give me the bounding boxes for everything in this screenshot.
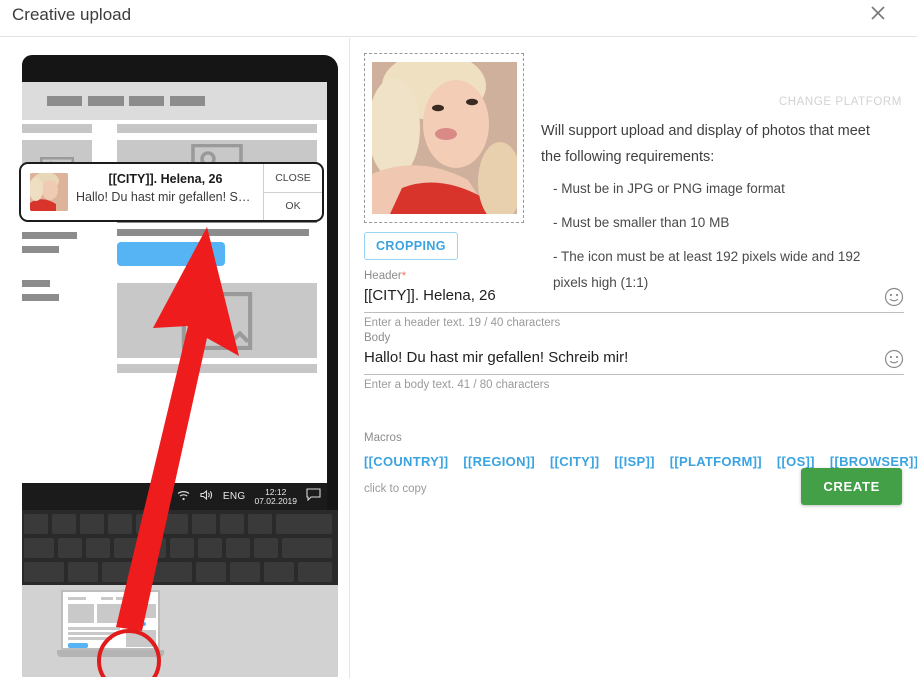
- tray-clock[interactable]: 12:12 07.02.2019: [254, 487, 297, 506]
- laptop-bezel: ENG 12:12 07.02.2019: [22, 55, 338, 510]
- creative-thumbnail: [371, 62, 517, 214]
- page-title: Creative upload: [12, 5, 132, 24]
- notification-ok-button[interactable]: OK: [264, 191, 322, 221]
- header-input-line: [364, 282, 904, 313]
- macros-label: Macros: [364, 432, 402, 444]
- notification-title: [[CITY]]. Helena, 26: [108, 172, 223, 186]
- macro-os[interactable]: [[OS]]: [777, 454, 815, 469]
- keyboard-keys: [22, 510, 338, 585]
- tray-date: 07.02.2019: [254, 495, 297, 506]
- macros-copy-hint: click to copy: [364, 483, 427, 495]
- system-tray: ENG 12:12 07.02.2019: [155, 483, 321, 510]
- creative-thumbnail-dropzone[interactable]: [364, 53, 524, 223]
- tray-language[interactable]: ENG: [223, 491, 246, 502]
- chevron-up-icon[interactable]: [155, 488, 168, 506]
- body-input-line: [364, 344, 904, 375]
- body-field-label: Body: [364, 332, 391, 344]
- mock-taskbar: ENG 12:12 07.02.2019: [22, 483, 327, 510]
- header-field-label: Header*: [364, 270, 904, 282]
- macro-region[interactable]: [[REGION]]: [463, 454, 535, 469]
- notification-body: Hallo! Du hast mir gefallen! Schrei…: [76, 190, 255, 204]
- notification-close-button[interactable]: CLOSE: [264, 164, 322, 192]
- mock-cta-button: [117, 242, 225, 266]
- body-field-group: Body Enter a body text. 41 / 80 characte…: [364, 332, 904, 391]
- creative-preview: ENG 12:12 07.02.2019 [[CITY]]. Helena, 2…: [11, 55, 338, 677]
- cropping-button[interactable]: CROPPING: [364, 232, 458, 260]
- creative-upload-dialog: Creative upload ENG 12:12 07.02.2019 [[C…: [0, 0, 917, 678]
- header-label-text: Header: [364, 270, 402, 282]
- emoji-smiley-icon[interactable]: [884, 349, 904, 369]
- keyboard-photo: [22, 510, 338, 677]
- change-platform-button[interactable]: CHANGE PLATFORM: [779, 96, 902, 108]
- avatar: [30, 173, 68, 211]
- requirement-item: - Must be smaller than 10 MB: [553, 215, 730, 230]
- header-input[interactable]: [364, 287, 870, 304]
- macro-country[interactable]: [[COUNTRY]]: [364, 454, 448, 469]
- wifi-icon[interactable]: [177, 488, 191, 506]
- creative-preview-panel: ENG 12:12 07.02.2019 [[CITY]]. Helena, 2…: [0, 38, 350, 678]
- body-field-hint: Enter a body text. 41 / 80 characters: [364, 379, 550, 391]
- dialog-titlebar: Creative upload: [0, 0, 917, 37]
- header-field-hint: Enter a header text. 19 / 40 characters: [364, 317, 561, 329]
- macro-platform[interactable]: [[PLATFORM]]: [670, 454, 762, 469]
- notification-content: [[CITY]]. Helena, 26 Hallo! Du hast mir …: [68, 164, 263, 220]
- macro-browser[interactable]: [[BROWSER]]: [830, 454, 917, 469]
- volume-icon[interactable]: [200, 488, 214, 506]
- mock-browser-toolbar: [22, 82, 327, 120]
- required-marker: *: [401, 270, 406, 282]
- laptop-screen: ENG 12:12 07.02.2019: [22, 82, 327, 510]
- macro-isp[interactable]: [[ISP]]: [614, 454, 654, 469]
- mock-image-placeholder: [117, 283, 317, 358]
- header-field-group: Header* Enter a header text. 19 / 40 cha…: [364, 270, 904, 329]
- emoji-smiley-icon[interactable]: [884, 287, 904, 307]
- notification-toast[interactable]: [[CITY]]. Helena, 26 Hallo! Du hast mir …: [19, 162, 324, 222]
- requirements-intro: Will support upload and display of photo…: [541, 123, 870, 165]
- body-input[interactable]: [364, 349, 870, 366]
- create-button[interactable]: CREATE: [801, 468, 902, 505]
- upload-form-panel: CHANGE PLATFORM CROPPING Will support up…: [351, 38, 917, 678]
- notification-actions: CLOSE OK: [263, 164, 322, 220]
- requirement-item: - Must be in JPG or PNG image format: [553, 181, 785, 196]
- speech-bubble-icon[interactable]: [306, 487, 321, 506]
- macro-city[interactable]: [[CITY]]: [550, 454, 599, 469]
- close-icon[interactable]: [865, 0, 891, 26]
- macros-list: [[COUNTRY]] [[REGION]] [[CITY]] [[ISP]] …: [364, 454, 917, 469]
